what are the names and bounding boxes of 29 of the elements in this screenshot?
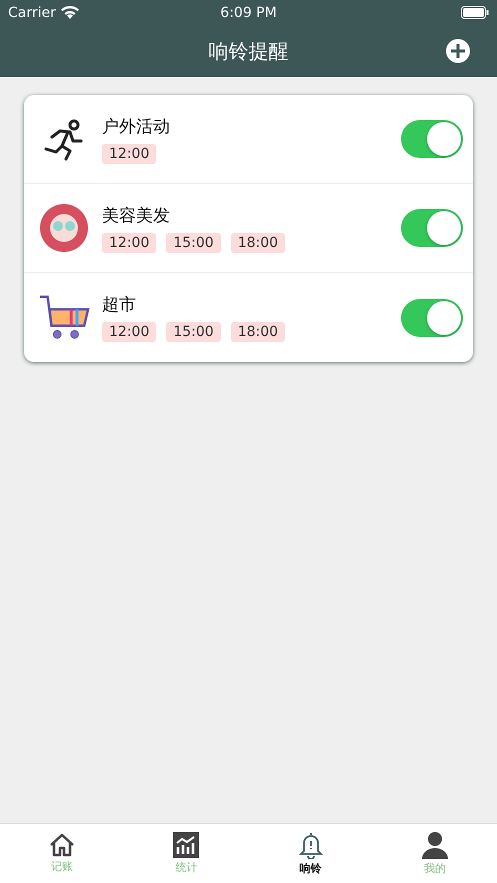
reminder-name: 户外活动	[102, 116, 171, 138]
time-tag: 12:00	[102, 144, 156, 164]
time-tag: 18:00	[230, 232, 286, 252]
carrier-text: Carrier	[8, 4, 56, 20]
reminder-name: 超市	[102, 294, 137, 316]
chart-icon	[173, 832, 200, 858]
time-tag: 12:00	[102, 322, 156, 342]
reminder-switch[interactable]	[401, 209, 463, 247]
wifi-icon	[60, 6, 79, 19]
status-time: 6:09 PM	[220, 4, 277, 20]
add-button[interactable]	[446, 39, 470, 63]
time-tag: 15:00	[166, 232, 221, 252]
reminder-name: 美容美发	[102, 204, 171, 226]
reminder-switch[interactable]	[401, 120, 463, 158]
page-title: 响铃提醒	[208, 38, 288, 64]
add-icon	[446, 39, 470, 63]
person-icon	[422, 831, 448, 859]
home-icon	[49, 833, 76, 857]
time-tag: 12:00	[102, 232, 156, 252]
reminder-switch[interactable]	[401, 298, 463, 336]
tab-item[interactable]: 响铃	[248, 824, 373, 883]
battery-icon	[461, 6, 490, 19]
bell-icon	[298, 831, 324, 859]
avatar-icon	[40, 204, 88, 252]
tab-item[interactable]: 记账	[0, 824, 124, 883]
tab-item[interactable]: 统计	[124, 824, 248, 883]
tab-item[interactable]: 我的	[372, 824, 497, 883]
time-tag: 18:00	[230, 322, 286, 342]
time-tag: 15:00	[166, 322, 221, 342]
